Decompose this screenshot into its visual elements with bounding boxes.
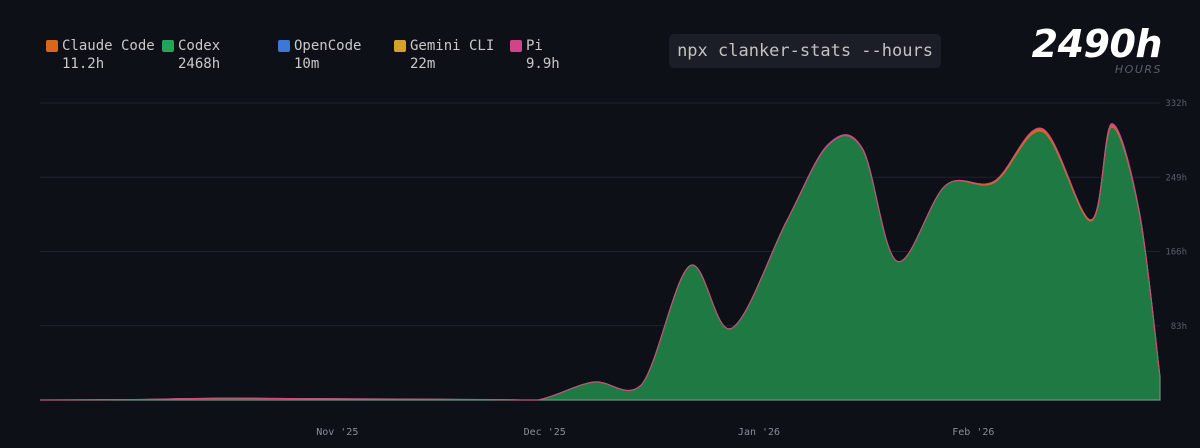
- legend-item-opencode[interactable]: OpenCode 10m: [278, 38, 361, 72]
- claude-code-swatch-icon: [46, 40, 58, 52]
- legend-item-claude-code[interactable]: Claude Code 11.2h: [46, 38, 155, 72]
- legend-label: Gemini CLI: [410, 38, 495, 54]
- legend-label: Codex: [178, 38, 221, 54]
- x-tick-label: Nov '25: [316, 427, 358, 438]
- legend-item-gemini-cli[interactable]: Gemini CLI 22m: [394, 38, 494, 72]
- codex-swatch-icon: [162, 40, 174, 52]
- total-hours: 2490h: [1031, 22, 1163, 66]
- x-tick-label: Feb '26: [952, 427, 994, 438]
- legend-value: 9.9h: [526, 56, 560, 72]
- legend-label: OpenCode: [294, 38, 362, 54]
- x-tick-label: Jan '26: [738, 427, 780, 438]
- legend-value: 22m: [410, 56, 436, 72]
- pi-swatch-icon: [510, 40, 522, 52]
- legend-item-codex[interactable]: Codex 2468h: [162, 38, 220, 72]
- command-label: npx clanker-stats --hours: [669, 34, 941, 68]
- legend-value: 10m: [294, 56, 320, 72]
- x-axis-ticks: Nov '25 Dec '25 Jan '26 Feb '26: [316, 427, 994, 438]
- legend-value: 2468h: [178, 56, 221, 72]
- legend-item-pi[interactable]: Pi 9.9h: [510, 38, 560, 72]
- series-area-codex: [39, 126, 1161, 401]
- total-unit: HOURS: [1114, 63, 1162, 76]
- y-axis-ticks: 83h 166h 249h 332h: [1165, 99, 1187, 332]
- y-tick-label: 332h: [1165, 99, 1187, 109]
- opencode-swatch-icon: [278, 40, 290, 52]
- gemini-cli-swatch-icon: [394, 40, 406, 52]
- legend-value: 11.2h: [62, 56, 105, 72]
- legend-label: Claude Code: [62, 38, 155, 54]
- series-areas: [39, 123, 1161, 401]
- x-tick-label: Dec '25: [524, 427, 566, 438]
- y-tick-label: 83h: [1171, 322, 1187, 332]
- y-tick-label: 249h: [1165, 173, 1187, 183]
- y-tick-label: 166h: [1165, 248, 1187, 258]
- legend-label: Pi: [526, 38, 543, 54]
